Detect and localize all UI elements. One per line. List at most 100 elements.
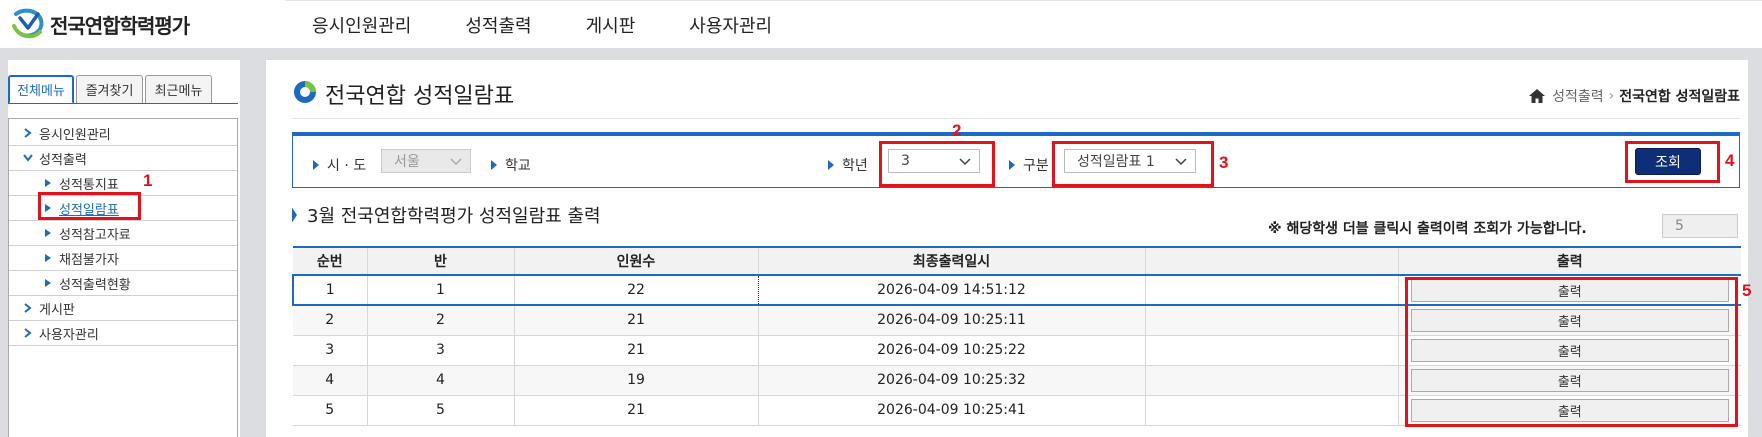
section-title: 3월 전국연합학력평가 성적일람표 출력	[292, 202, 601, 228]
triangle-right-icon	[43, 278, 53, 288]
type-label-text: 구분	[1023, 158, 1049, 174]
cell-blank	[1144, 365, 1398, 396]
chevron-down-icon	[450, 158, 462, 166]
cell-no: 1	[292, 274, 367, 306]
logo-text: 전국연합학력평가	[50, 13, 190, 38]
sidebar-item-label: 게시판	[39, 302, 75, 318]
triangle-right-icon	[43, 253, 53, 263]
cell-datetime: 2026-04-09 10:25:32	[757, 365, 1145, 396]
column-header-blank	[1144, 246, 1398, 276]
sidebar-gutter	[240, 60, 266, 437]
cell-blank	[1144, 305, 1398, 336]
sidebar-item-board[interactable]: 게시판	[9, 296, 237, 321]
annotation-box-1	[38, 192, 141, 220]
tab-recent-menu[interactable]: 최근메뉴	[145, 75, 212, 104]
section-title-text: 3월 전국연합학력평가 성적일람표 출력	[307, 206, 601, 227]
nav-item-exam-management[interactable]: 응시인원관리	[312, 12, 411, 38]
header-band	[0, 48, 1762, 60]
breadcrumb-item[interactable]: 성적출력	[1552, 86, 1604, 106]
top-header: 전국연합학력평가 응시인원관리 성적출력 게시판 사용자관리	[0, 0, 1762, 48]
cell-datetime: 2026-04-09 10:25:22	[757, 335, 1145, 366]
sidebar-tabs: 전체메뉴 즐겨찾기 최근메뉴	[8, 75, 240, 104]
tab-favorites[interactable]: 즐겨찾기	[76, 75, 143, 104]
sidebar-menu: 응시인원관리 성적출력 성적통지표 성적일람표 성적참고자료 채점불가자 성적출…	[8, 118, 238, 437]
cell-class: 1	[366, 274, 514, 306]
cell-no: 3	[293, 335, 367, 366]
tab-all-menu[interactable]: 전체메뉴	[8, 75, 74, 104]
cell-count: 21	[513, 395, 758, 426]
cell-no: 2	[293, 305, 367, 336]
breadcrumb: 성적출력 › 전국연합 성적일람표	[1528, 86, 1740, 106]
sido-select-value: 서울	[394, 154, 420, 170]
column-header-last-output: 최종출력일시	[757, 246, 1145, 276]
sidebar-item-ungradable[interactable]: 채점불가자	[9, 246, 237, 271]
logo-mark-icon	[12, 8, 44, 39]
breadcrumb-separator-icon: ›	[1608, 88, 1615, 104]
sidebar-item-label: 성적출력	[39, 152, 87, 168]
cell-count: 22	[513, 274, 758, 306]
grade-label-text: 학년	[842, 158, 868, 174]
sidebar-item-label: 사용자관리	[39, 327, 99, 343]
cell-class: 3	[366, 335, 514, 366]
home-icon[interactable]	[1528, 88, 1546, 104]
annotation-box-5	[1405, 277, 1738, 427]
page-title: 전국연합 성적일람표	[325, 84, 515, 109]
chevron-down-icon	[23, 153, 33, 163]
header-divider	[285, 0, 1762, 1]
cell-blank	[1144, 395, 1398, 426]
table-header-row: 순번 반 인원수 최종출력일시 출력	[293, 246, 1741, 276]
sidebar-item-score-reference[interactable]: 성적참고자료	[9, 221, 237, 246]
triangle-right-icon	[43, 228, 53, 238]
annotation-number-1: 1	[143, 171, 153, 190]
sidebar-item-exam-management[interactable]: 응시인원관리	[9, 121, 237, 146]
nav-item-score-output[interactable]: 성적출력	[465, 12, 531, 38]
site-logo[interactable]: 전국연합학력평가	[10, 6, 190, 42]
page-title-icon	[294, 81, 316, 103]
notice-text: ※ 해당학생 더블 클릭시 출력이력 조회가 가능합니다.	[1268, 221, 1587, 237]
cell-datetime: 2026-04-09 14:51:12	[757, 274, 1146, 306]
sidebar-item-label: 성적참고자료	[59, 227, 131, 243]
school-label-text: 학교	[505, 158, 531, 174]
section-marker-icon	[292, 207, 297, 223]
sidebar-item-label: 채점불가자	[59, 252, 119, 268]
title-divider	[292, 118, 1740, 119]
right-gutter	[1748, 60, 1762, 437]
triangle-right-icon	[43, 178, 53, 188]
sidebar-item-label: 성적출력현황	[59, 277, 131, 293]
nav-item-board[interactable]: 게시판	[586, 12, 636, 38]
cell-count: 21	[513, 335, 758, 366]
sido-label-text: 시 · 도	[327, 158, 367, 174]
sidebar-item-label: 응시인원관리	[39, 127, 111, 143]
annotation-number-3: 3	[1219, 153, 1229, 172]
main-nav: 응시인원관리 성적출력 게시판 사용자관리	[312, 12, 826, 38]
bullet-icon	[313, 160, 319, 170]
cell-count: 19	[513, 365, 758, 396]
annotation-box-3	[1052, 141, 1214, 187]
sidebar-item-user-management[interactable]: 사용자관리	[9, 321, 237, 346]
annotation-box-2	[879, 141, 995, 187]
school-label: 학교	[491, 155, 531, 175]
search-filter-panel: 시 · 도 서울 학교 학년 3 구분 성적일람표 1 조회	[292, 132, 1740, 188]
annotation-number-4: 4	[1725, 151, 1735, 170]
page-size-field[interactable]: 5	[1662, 214, 1738, 238]
sido-select[interactable]: 서울	[381, 149, 471, 173]
cell-count: 21	[513, 305, 758, 336]
sidebar-item-output-status[interactable]: 성적출력현황	[9, 271, 237, 296]
breadcrumb-current: 전국연합 성적일람표	[1619, 89, 1740, 105]
cell-class: 2	[366, 305, 514, 336]
sidebar-item-score-output[interactable]: 성적출력	[9, 146, 237, 171]
type-label: 구분	[1009, 155, 1049, 175]
tab-underline	[8, 103, 238, 104]
cell-datetime: 2026-04-09 10:25:11	[757, 305, 1145, 336]
cell-class: 4	[366, 365, 514, 396]
annotation-number-5: 5	[1742, 281, 1752, 300]
sido-label: 시 · 도	[313, 155, 366, 175]
bullet-icon	[491, 160, 497, 170]
cell-blank	[1144, 274, 1398, 306]
left-gutter	[0, 60, 8, 437]
cell-no: 4	[293, 365, 367, 396]
column-header-no: 순번	[293, 246, 367, 276]
cell-class: 5	[366, 395, 514, 426]
nav-item-user-management[interactable]: 사용자관리	[689, 12, 772, 38]
sidebar-item-label: 성적통지표	[59, 177, 119, 193]
